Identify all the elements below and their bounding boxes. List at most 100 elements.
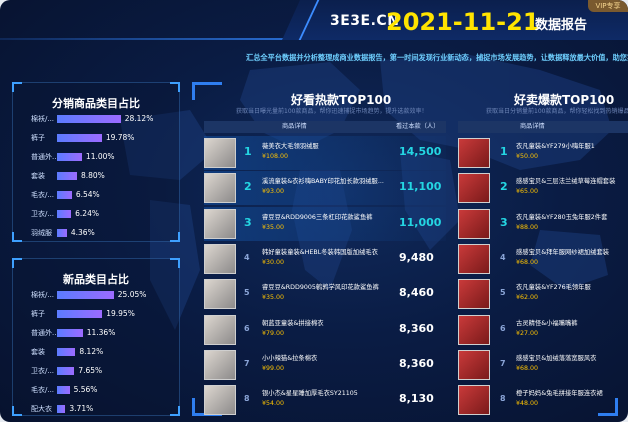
- product-name[interactable]: 衣凡童装&YF276毛领年服: [516, 282, 618, 291]
- product-name[interactable]: 银小杰&星星睡加厚毛衣SY21105: [262, 388, 392, 397]
- product-row[interactable]: 3 衣凡童装&YF280玉兔年服2件套 ¥88.00: [458, 207, 624, 241]
- product-price: ¥79.00: [262, 329, 285, 337]
- product-row[interactable]: 6 朝蓝亚童装&拼接棉衣 ¥79.00 8,360: [204, 313, 446, 347]
- vip-badge[interactable]: VIP专享: [588, 0, 628, 12]
- category-bar: [57, 386, 70, 394]
- product-name[interactable]: 睿豆豆&RDD9005鹌鹑学风印花款鲨鱼裤: [262, 282, 392, 291]
- product-thumbnail[interactable]: [458, 173, 490, 204]
- product-price: ¥30.00: [262, 258, 285, 266]
- category-row: 羽绒服 4.36%: [13, 227, 183, 239]
- product-row[interactable]: 2 溪流童装&衣衫嗨BABY印花加长款羽绒服... ¥93.00 11,100: [204, 171, 446, 206]
- product-row[interactable]: 4 韩好童装童装&HEBL冬装韩国版加绒毛衣 ¥30.00 9,480: [204, 242, 446, 276]
- product-view-count: 8,130: [399, 392, 434, 406]
- product-thumbnail[interactable]: [204, 138, 236, 168]
- category-label: 套装: [31, 172, 45, 180]
- product-rank: 2: [500, 180, 508, 194]
- header-bar: 3E3E.CN 2021-11-21 数据报告 VIP专享: [0, 0, 628, 48]
- category-bar: [57, 210, 72, 218]
- category-label: 套装: [31, 348, 45, 356]
- product-name[interactable]: 感感宝贝&三层法兰绒草莓连帽套装: [516, 176, 618, 185]
- product-view-count: 11,100: [399, 180, 442, 194]
- product-rank: 1: [500, 145, 508, 158]
- product-name[interactable]: 衣凡童装&YF279小嗨年服1: [516, 141, 618, 150]
- category-bar: [57, 348, 76, 356]
- product-row[interactable]: 1 衣凡童装&YF279小嗨年服1 ¥50.00: [458, 136, 624, 170]
- product-price: ¥54.00: [262, 400, 285, 408]
- hot-col-count: 看过本款（人）: [396, 123, 440, 130]
- product-thumbnail[interactable]: [204, 279, 236, 310]
- product-name[interactable]: 小小辣猫&拉条棉衣: [262, 353, 392, 362]
- product-thumbnail[interactable]: [204, 243, 236, 274]
- product-price: ¥68.00: [516, 364, 539, 372]
- product-rank: 3: [244, 215, 252, 229]
- product-thumbnail[interactable]: [204, 208, 236, 239]
- category-percent: 28.12%: [124, 114, 154, 123]
- product-row[interactable]: 7 小小辣猫&拉条棉衣 ¥99.00 8,360: [204, 348, 446, 382]
- product-view-count: 14,500: [399, 145, 442, 158]
- category-percent: 6.24%: [75, 209, 99, 218]
- category-label: 毛衣/...: [31, 386, 55, 394]
- category-row: 卫衣/... 7.65%: [13, 365, 183, 377]
- product-name[interactable]: 朝蓝亚童装&拼接棉衣: [262, 318, 392, 327]
- product-thumbnail[interactable]: [458, 385, 490, 416]
- product-view-count: 11,000: [399, 215, 442, 229]
- product-price: ¥99.00: [262, 364, 285, 372]
- product-thumbnail[interactable]: [458, 349, 490, 380]
- category-row: 棉袄/... 25.05%: [13, 289, 183, 301]
- category-row: 普通外... 11.00%: [13, 151, 183, 163]
- product-name[interactable]: 感感宝贝&拜年服网纱裙加绒套装: [516, 247, 618, 256]
- product-price: ¥68.00: [516, 258, 539, 266]
- category-row: 裤子 19.78%: [13, 132, 183, 144]
- category-row: 套装 8.12%: [13, 346, 183, 358]
- product-row[interactable]: 7 感感宝贝&加绒落落宽服风衣 ¥68.00: [458, 348, 624, 382]
- category-percent: 25.05%: [117, 290, 147, 299]
- product-thumbnail[interactable]: [458, 279, 490, 310]
- category-row: 裤子 19.95%: [13, 308, 183, 320]
- product-name[interactable]: 感感宝贝&加绒落落宽服风衣: [516, 353, 618, 362]
- category-bar: [57, 134, 102, 142]
- product-thumbnail[interactable]: [458, 208, 490, 239]
- product-thumbnail[interactable]: [458, 243, 490, 274]
- product-thumbnail[interactable]: [204, 349, 236, 380]
- product-thumbnail[interactable]: [204, 173, 236, 204]
- product-row[interactable]: 5 睿豆豆&RDD9005鹌鹑学风印花款鲨鱼裤 ¥35.00 8,460: [204, 277, 446, 311]
- category-bar: [57, 405, 66, 413]
- product-row[interactable]: 4 感感宝贝&拜年服网纱裙加绒套装 ¥68.00: [458, 242, 624, 276]
- product-thumbnail[interactable]: [458, 138, 490, 168]
- product-name[interactable]: 薇美衣大毛领羽绒服: [262, 141, 392, 150]
- product-thumbnail[interactable]: [204, 314, 236, 345]
- product-price: ¥35.00: [262, 223, 285, 231]
- new-category-panel: 新品类目占比 棉袄/... 25.05% 裤子 19.95% 普通外... 11.36% 套…: [12, 258, 180, 416]
- product-name[interactable]: 古灵精怪&小福嘴嘴裤: [516, 318, 618, 327]
- product-name[interactable]: 韩好童装童装&HEBL冬装韩国版加绒毛衣: [262, 247, 392, 256]
- product-price: ¥88.00: [516, 223, 539, 231]
- product-name[interactable]: 睿豆豆&RDD9006三条杠印花款鲨鱼裤: [262, 212, 392, 221]
- product-row[interactable]: 6 古灵精怪&小福嘴嘴裤 ¥27.00: [458, 313, 624, 347]
- product-row[interactable]: 1 薇美衣大毛领羽绒服 ¥108.00 14,500: [204, 136, 446, 170]
- product-name[interactable]: 衣凡童装&YF280玉兔年服2件套: [516, 212, 618, 221]
- product-view-count: 8,360: [399, 356, 434, 370]
- product-thumbnail[interactable]: [458, 314, 490, 345]
- product-rank: 8: [244, 394, 250, 404]
- product-name[interactable]: 溪流童装&衣衫嗨BABY印花加长款羽绒服...: [262, 176, 392, 185]
- product-row[interactable]: 5 衣凡童装&YF276毛领年服 ¥62.00: [458, 277, 624, 311]
- category-label: 毛衣/...: [31, 191, 55, 199]
- product-row[interactable]: 8 银小杰&星星睡加厚毛衣SY21105 ¥54.00 8,130: [204, 383, 446, 417]
- product-price: ¥62.00: [516, 294, 539, 302]
- product-rank: 4: [244, 252, 250, 262]
- product-thumbnail[interactable]: [204, 385, 236, 416]
- product-row[interactable]: 8 橙子妈妈&兔毛拼接年服连衣裙 ¥48.00: [458, 383, 624, 417]
- category-percent: 8.80%: [80, 171, 105, 180]
- dashboard-screen: 3E3E.CN 2021-11-21 数据报告 VIP专享 汇总全平台数据并分析…: [0, 0, 628, 422]
- hot-subtitle: 获取当日曝光量前100款商品，帮你迅速捕捉市场趋势，提升选款效率！: [236, 108, 428, 115]
- best-col-product: 商品详情: [520, 123, 545, 130]
- product-name[interactable]: 橙子妈妈&兔毛拼接年服连衣裙: [516, 388, 618, 397]
- product-price: ¥50.00: [516, 153, 539, 160]
- category-label: 卫衣/...: [31, 367, 55, 375]
- category-bar: [57, 291, 114, 299]
- product-row[interactable]: 2 感感宝贝&三层法兰绒草莓连帽套装 ¥65.00: [458, 171, 624, 205]
- category-percent: 8.12%: [79, 347, 104, 356]
- product-rank: 2: [244, 180, 252, 194]
- category-percent: 19.78%: [105, 133, 135, 142]
- product-row[interactable]: 3 睿豆豆&RDD9006三条杠印花款鲨鱼裤 ¥35.00 11,000: [204, 206, 446, 241]
